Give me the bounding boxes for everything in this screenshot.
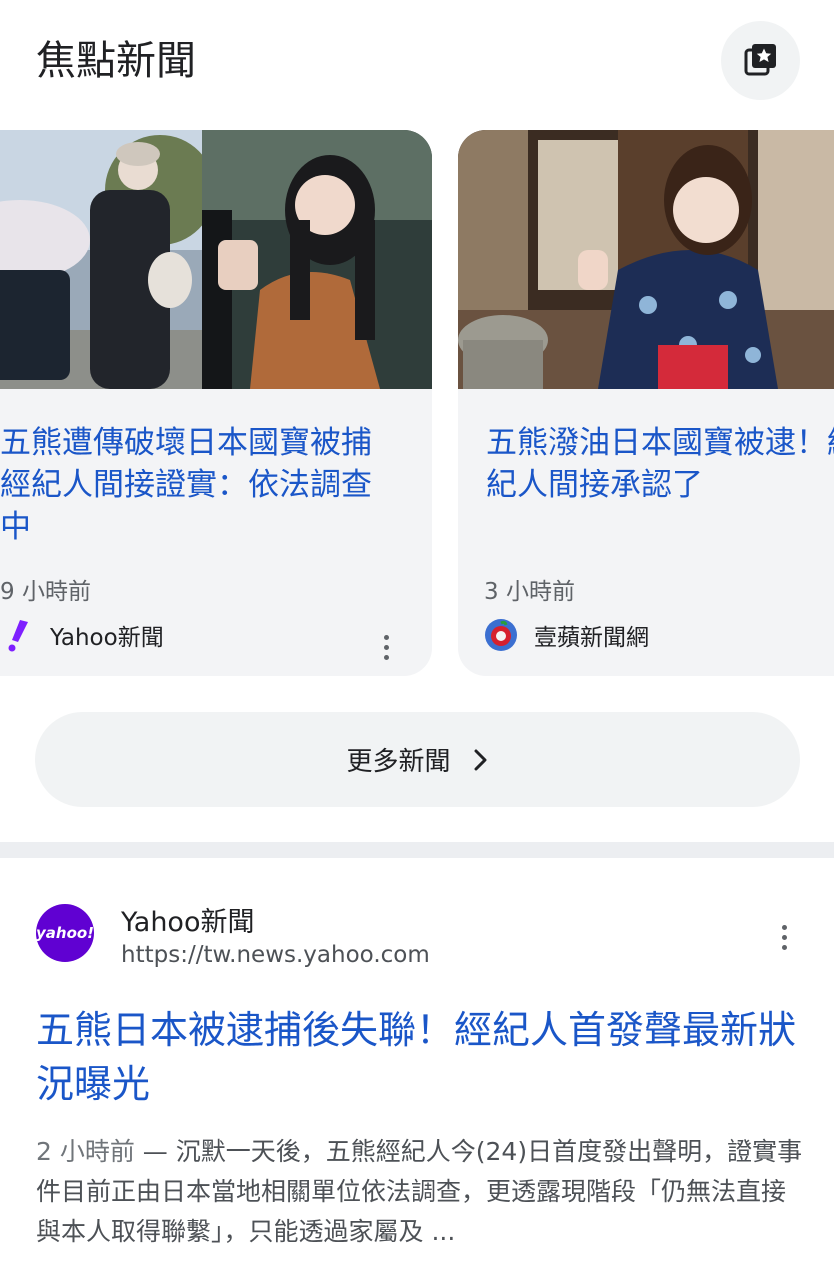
story-time: 3 小時前 (484, 579, 575, 605)
section-divider (0, 842, 834, 858)
story-source-name: Yahoo新聞 (50, 625, 164, 651)
result-url[interactable]: https://tw.news.yahoo.com (121, 942, 430, 968)
more-news-label: 更多新聞 (346, 747, 451, 777)
story-more-options-icon[interactable] (376, 627, 396, 667)
snippet-time: 2 小時前 (36, 1137, 135, 1166)
top-stories-carousel[interactable]: 五熊遭傳破壞日本國寶被捕 經紀人間接證實：依法調查中 9 小時前 Yahoo新聞 (0, 130, 834, 678)
story-title: 五熊遭傳破壞日本國寶被捕 經紀人間接證實：依法調查中 (0, 425, 372, 545)
result-more-options-icon[interactable] (774, 917, 794, 957)
section-title: 焦點新聞 (36, 38, 196, 84)
site-favicon[interactable]: yahoo! (36, 904, 94, 962)
story-source: 壹蘋新聞網 (484, 618, 649, 652)
more-news-button[interactable]: 更多新聞 (35, 712, 800, 807)
story-title: 五熊潑油日本國寶被逮！經紀人間接承認了 (486, 425, 834, 503)
story-source: Yahoo新聞 (0, 618, 164, 652)
result-snippet: 2 小時前 — 沉默一天後，五熊經紀人今(24)日首度發出聲明，證實事件目前正由… (36, 1132, 806, 1252)
result-title-link[interactable]: 五熊日本被逮捕後失聯！經紀人首發聲最新狀況曝光 (36, 1003, 796, 1111)
site-favicon-text: yahoo! (35, 924, 95, 942)
collections-star-icon (743, 41, 779, 81)
story-thumbnail (0, 130, 432, 389)
story-thumbnail (458, 130, 834, 389)
yahoo-exclamation-icon (0, 618, 34, 652)
snippet-separator: — (134, 1137, 176, 1166)
collections-button[interactable] (721, 21, 800, 100)
chevron-right-icon (473, 748, 489, 772)
story-source-name: 壹蘋新聞網 (534, 625, 649, 651)
story-card[interactable]: 五熊潑油日本國寶被逮！經紀人間接承認了 3 小時前 壹蘋新聞網 (458, 130, 834, 676)
story-card[interactable]: 五熊遭傳破壞日本國寶被捕 經紀人間接證實：依法調查中 9 小時前 Yahoo新聞 (0, 130, 432, 676)
nextapple-logo-icon (484, 618, 518, 652)
story-time: 9 小時前 (0, 579, 91, 605)
result-site-name[interactable]: Yahoo新聞 (121, 900, 254, 939)
